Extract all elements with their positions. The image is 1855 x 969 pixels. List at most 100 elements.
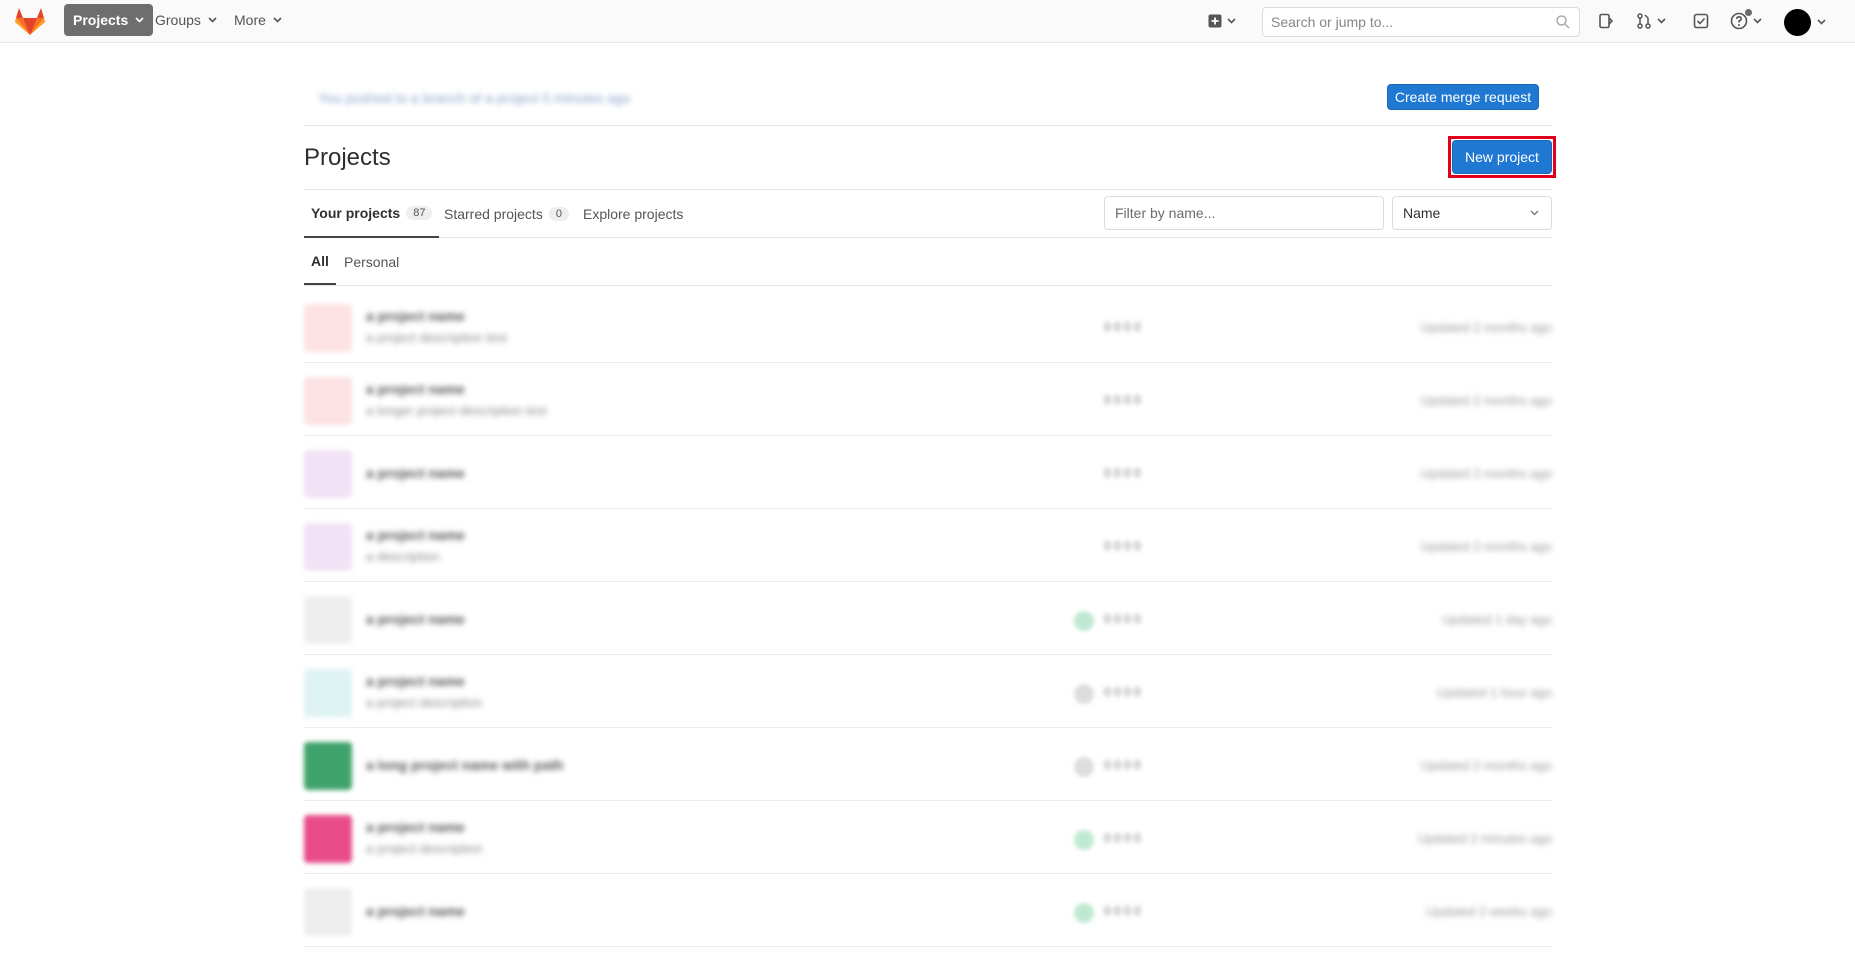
project-avatar[interactable]: [304, 523, 352, 571]
top-navbar: Projects Groups More: [0, 0, 1855, 43]
create-merge-request-button[interactable]: Create merge request: [1387, 84, 1539, 110]
filter-by-name-input[interactable]: [1104, 196, 1384, 230]
project-avatar[interactable]: [304, 742, 352, 790]
project-stats: 0 0 0 0: [1104, 393, 1141, 407]
issues-button[interactable]: [1598, 10, 1614, 32]
project-name[interactable]: a project name: [366, 527, 465, 543]
merge-requests-dropdown[interactable]: [1636, 10, 1666, 32]
recent-push-alert: You pushed to a branch of a project 5 mi…: [304, 84, 1552, 126]
page-title: Projects: [304, 144, 391, 171]
tab-explore-projects[interactable]: Explore projects: [583, 190, 683, 238]
project-avatar[interactable]: [304, 888, 352, 936]
chevron-down-icon: [1753, 18, 1762, 24]
pipeline-status-icon[interactable]: [1074, 757, 1094, 777]
new-project-button[interactable]: New project: [1452, 140, 1552, 174]
subtab-all[interactable]: All: [304, 238, 336, 285]
project-updated-time: Updated 1 day ago: [1442, 612, 1552, 627]
project-list: a project name a project description text…: [304, 290, 1552, 947]
project-row[interactable]: a project name a description 0 0 0 0 Update…: [304, 509, 1552, 582]
chevron-down-icon: [135, 17, 144, 23]
project-name[interactable]: a project name: [366, 611, 465, 627]
tab-starred-projects[interactable]: Starred projects 0: [444, 190, 569, 238]
issues-icon: [1599, 13, 1614, 29]
chevron-down-icon: [208, 17, 217, 23]
tab-label: Starred projects: [444, 206, 543, 222]
project-name[interactable]: a project name: [366, 673, 465, 689]
plus-square-icon: [1208, 14, 1222, 28]
project-avatar[interactable]: [304, 669, 352, 717]
pipeline-status-icon[interactable]: [1074, 611, 1094, 631]
merge-request-icon: [1637, 13, 1651, 29]
project-updated-time: Updated 2 minutes ago: [1417, 831, 1552, 846]
project-updated-time: Updated 2 months ago: [1420, 758, 1552, 773]
project-name[interactable]: a project name: [366, 381, 465, 397]
groups-menu-button[interactable]: Groups: [146, 4, 226, 36]
project-avatar[interactable]: [304, 377, 352, 425]
project-name[interactable]: a project name: [366, 308, 465, 324]
pipeline-status-icon[interactable]: [1074, 684, 1094, 704]
notification-dot-icon: [1745, 9, 1752, 16]
tab-label: Your projects: [311, 205, 401, 221]
project-description: a longer project description text: [366, 403, 547, 418]
project-updated-time: Updated 2 months ago: [1420, 320, 1552, 335]
project-row[interactable]: a project name 0 0 0 0 Updated 1 day ago: [304, 582, 1552, 655]
project-updated-time: Updated 2 weeks ago: [1426, 904, 1552, 919]
project-description: a description: [366, 549, 440, 564]
chevron-down-icon: [1530, 210, 1539, 216]
project-row[interactable]: a project name a longer project descripti…: [304, 363, 1552, 436]
project-name[interactable]: a project name: [366, 819, 465, 835]
chevron-down-icon[interactable]: [1817, 19, 1826, 25]
project-stats: 0 0 0 0: [1104, 320, 1141, 334]
project-stats: 0 0 0 0: [1104, 758, 1141, 772]
project-row[interactable]: a project name a project description 0 0 0…: [304, 655, 1552, 728]
project-stats: 0 0 0 0: [1104, 831, 1141, 845]
project-updated-time: Updated 2 months ago: [1420, 466, 1552, 481]
user-avatar[interactable]: [1784, 9, 1811, 36]
project-description: a project description: [366, 695, 483, 710]
project-updated-time: Updated 2 months ago: [1420, 393, 1552, 408]
visibility-subtabs: All Personal: [304, 238, 1552, 286]
project-row[interactable]: a long project name with path 0 0 0 0 Upda…: [304, 728, 1552, 801]
count-badge: 87: [406, 206, 433, 220]
more-menu-label: More: [234, 12, 266, 28]
sort-dropdown[interactable]: Name: [1392, 196, 1552, 230]
todo-checkbox-icon: [1693, 13, 1709, 29]
tab-label: Explore projects: [583, 206, 684, 222]
pipeline-status-icon[interactable]: [1074, 830, 1094, 850]
count-badge: 0: [548, 207, 569, 221]
sort-selected-value: Name: [1403, 205, 1441, 221]
project-stats: 0 0 0 0: [1104, 539, 1141, 553]
chevron-down-icon: [1657, 18, 1666, 24]
project-name[interactable]: a project name: [366, 903, 465, 919]
project-row[interactable]: a project name 0 0 0 0 Updated 2 months ag…: [304, 436, 1552, 509]
subtab-personal[interactable]: Personal: [344, 238, 399, 285]
pipeline-status-icon[interactable]: [1074, 903, 1094, 923]
project-avatar[interactable]: [304, 596, 352, 644]
recent-push-text: You pushed to a branch of a project 5 mi…: [318, 90, 631, 106]
projects-menu-label: Projects: [73, 12, 129, 28]
project-updated-time: Updated 1 hour ago: [1437, 685, 1552, 700]
chevron-down-icon: [273, 17, 282, 23]
project-name[interactable]: a long project name with path: [366, 757, 564, 773]
project-row[interactable]: a project name a project description 0 0 0…: [304, 801, 1552, 874]
groups-menu-label: Groups: [155, 12, 201, 28]
project-updated-time: Updated 2 months ago: [1420, 539, 1552, 554]
project-stats: 0 0 0 0: [1104, 612, 1141, 626]
project-row[interactable]: a project name a project description text…: [304, 290, 1552, 363]
project-row[interactable]: a project name 0 0 0 0 Updated 2 weeks ago: [304, 874, 1552, 947]
search-icon: [1556, 15, 1570, 29]
todos-button[interactable]: [1693, 10, 1709, 32]
project-avatar[interactable]: [304, 304, 352, 352]
project-avatar[interactable]: [304, 450, 352, 498]
project-description: a project description: [366, 841, 483, 856]
projects-menu-button[interactable]: Projects: [64, 4, 154, 36]
project-description: a project description text: [366, 330, 507, 345]
project-stats: 0 0 0 0: [1104, 904, 1141, 918]
new-item-dropdown[interactable]: [1208, 10, 1236, 32]
project-name[interactable]: a project name: [366, 465, 465, 481]
project-avatar[interactable]: [304, 815, 352, 863]
gitlab-logo-icon[interactable]: [14, 6, 46, 36]
search-input[interactable]: [1262, 7, 1580, 37]
more-menu-button[interactable]: More: [225, 4, 291, 36]
tab-your-projects[interactable]: Your projects 87: [304, 190, 440, 238]
